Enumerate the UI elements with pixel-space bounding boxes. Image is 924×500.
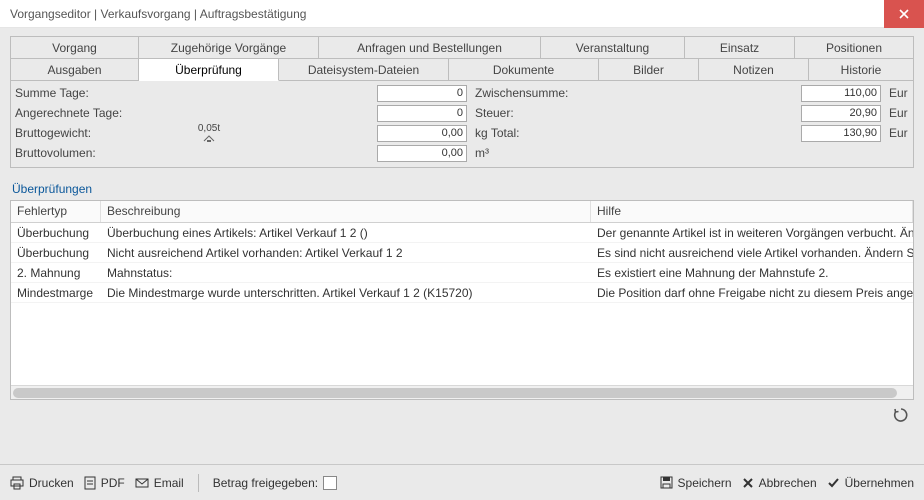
tab-zugehoerige[interactable]: Zugehörige Vorgänge bbox=[139, 37, 319, 59]
tab-notizen[interactable]: Notizen bbox=[699, 59, 809, 81]
tab-veranstaltung[interactable]: Veranstaltung bbox=[541, 37, 685, 59]
cell-help: Die Position darf ohne Freigabe nicht zu… bbox=[591, 286, 913, 300]
value-zwischensumme[interactable]: 110,00 bbox=[801, 85, 881, 102]
close-button[interactable] bbox=[884, 0, 924, 28]
checks-grid: Fehlertyp Beschreibung Hilfe Überbuchung… bbox=[10, 200, 914, 400]
cell-help: Es sind nicht ausreichend viele Artikel … bbox=[591, 246, 913, 260]
print-button[interactable]: Drucken bbox=[10, 476, 74, 490]
footer-toolbar: Drucken PDF Email Betrag freigegeben: Sp… bbox=[0, 464, 924, 500]
cell-type: Überbuchung bbox=[11, 226, 101, 240]
content-area: Vorgang Zugehörige Vorgänge Anfragen und… bbox=[0, 28, 924, 464]
apply-button[interactable]: Übernehmen bbox=[827, 476, 914, 490]
tab-ausgaben[interactable]: Ausgaben bbox=[11, 59, 139, 81]
label-zwischensumme: Zwischensumme: bbox=[471, 86, 581, 100]
unit-eur-2: Eur bbox=[885, 106, 909, 120]
tab-ueberpruefung[interactable]: Überprüfung bbox=[139, 59, 279, 81]
separator bbox=[198, 474, 199, 492]
tab-anfragen[interactable]: Anfragen und Bestellungen bbox=[319, 37, 541, 59]
tab-positionen[interactable]: Positionen bbox=[795, 37, 913, 59]
section-title-ueberpruefungen: Überprüfungen bbox=[10, 182, 914, 196]
value-bruttovolumen[interactable]: 0,00 bbox=[377, 145, 467, 162]
cancel-button[interactable]: Abbrechen bbox=[742, 476, 817, 490]
table-row[interactable]: Mindestmarge Die Mindestmarge wurde unte… bbox=[11, 283, 913, 303]
betrag-freigegeben-checkbox[interactable] bbox=[323, 476, 337, 490]
pdf-label: PDF bbox=[101, 476, 125, 490]
value-total[interactable]: 130,90 bbox=[801, 125, 881, 142]
table-row[interactable]: Überbuchung Nicht ausreichend Artikel vo… bbox=[11, 243, 913, 263]
label-bruttogewicht: Bruttogewicht: bbox=[15, 126, 175, 140]
cell-desc: Die Mindestmarge wurde unterschritten. A… bbox=[101, 286, 591, 300]
print-label: Drucken bbox=[29, 476, 74, 490]
close-icon bbox=[899, 9, 909, 19]
label-total: Total: bbox=[491, 126, 520, 140]
cell-type: 2. Mahnung bbox=[11, 266, 101, 280]
print-icon bbox=[10, 476, 24, 490]
tab-bilder[interactable]: Bilder bbox=[599, 59, 699, 81]
tab-dateisystem[interactable]: Dateisystem-Dateien bbox=[279, 59, 449, 81]
summary-panel: Summe Tage: 0 Zwischensumme: 110,00 Eur … bbox=[10, 81, 914, 168]
save-icon bbox=[660, 476, 673, 489]
check-icon bbox=[827, 477, 840, 489]
grid-header: Fehlertyp Beschreibung Hilfe bbox=[11, 201, 913, 223]
value-angerechnete-tage[interactable]: 0 bbox=[377, 105, 467, 122]
weight-icon-text: 0,05t bbox=[198, 124, 220, 134]
email-button[interactable]: Email bbox=[135, 476, 184, 490]
table-row[interactable]: Überbuchung Überbuchung eines Artikels: … bbox=[11, 223, 913, 243]
pdf-icon bbox=[84, 476, 96, 490]
tab-dokumente[interactable]: Dokumente bbox=[449, 59, 599, 81]
label-summe-tage: Summe Tage: bbox=[15, 86, 175, 100]
refresh-icon bbox=[893, 407, 909, 423]
unit-eur-3: Eur bbox=[885, 126, 909, 140]
label-steuer: Steuer: bbox=[471, 106, 581, 120]
unit-eur-1: Eur bbox=[885, 86, 909, 100]
label-angerechnete-tage: Angerechnete Tage: bbox=[15, 106, 175, 120]
horizontal-scrollbar[interactable] bbox=[11, 385, 913, 399]
pdf-button[interactable]: PDF bbox=[84, 476, 125, 490]
refresh-button[interactable] bbox=[892, 406, 910, 424]
cancel-label: Abbrechen bbox=[759, 476, 817, 490]
table-row[interactable]: 2. Mahnung Mahnstatus: Es existiert eine… bbox=[11, 263, 913, 283]
save-label: Speichern bbox=[678, 476, 732, 490]
unit-kg: kg bbox=[475, 126, 488, 140]
cancel-icon bbox=[742, 477, 754, 489]
scrollbar-thumb[interactable] bbox=[13, 388, 897, 398]
col-header-type[interactable]: Fehlertyp bbox=[11, 201, 101, 222]
tab-historie[interactable]: Historie bbox=[809, 59, 913, 81]
cell-desc: Überbuchung eines Artikels: Artikel Verk… bbox=[101, 226, 591, 240]
tab-einsatz[interactable]: Einsatz bbox=[685, 37, 795, 59]
cell-type: Mindestmarge bbox=[11, 286, 101, 300]
cell-help: Es existiert eine Mahnung der Mahnstufe … bbox=[591, 266, 913, 280]
cell-desc: Nicht ausreichend Artikel vorhanden: Art… bbox=[101, 246, 591, 260]
grid-body: Überbuchung Überbuchung eines Artikels: … bbox=[11, 223, 913, 385]
value-steuer[interactable]: 20,90 bbox=[801, 105, 881, 122]
col-header-desc[interactable]: Beschreibung bbox=[101, 201, 591, 222]
cell-type: Überbuchung bbox=[11, 246, 101, 260]
value-bruttogewicht[interactable]: 0,00 bbox=[377, 125, 467, 142]
save-button[interactable]: Speichern bbox=[660, 476, 732, 490]
apply-label: Übernehmen bbox=[845, 476, 914, 490]
value-summe-tage[interactable]: 0 bbox=[377, 85, 467, 102]
tab-strip: Vorgang Zugehörige Vorgänge Anfragen und… bbox=[10, 36, 914, 81]
tab-vorgang[interactable]: Vorgang bbox=[11, 37, 139, 59]
window-title: Vorgangseditor | Verkaufsvorgang | Auftr… bbox=[10, 7, 884, 21]
weight-icon[interactable]: 0,05t bbox=[198, 124, 220, 143]
betrag-freigegeben-group: Betrag freigegeben: bbox=[213, 476, 337, 490]
email-label: Email bbox=[154, 476, 184, 490]
email-icon bbox=[135, 478, 149, 488]
col-header-help[interactable]: Hilfe bbox=[591, 201, 913, 222]
unit-m3: m³ bbox=[471, 146, 581, 160]
cell-help: Der genannte Artikel ist in weiteren Vor… bbox=[591, 226, 913, 240]
label-bruttovolumen: Bruttovolumen: bbox=[15, 146, 175, 160]
cell-desc: Mahnstatus: bbox=[101, 266, 591, 280]
window: Vorgangseditor | Verkaufsvorgang | Auftr… bbox=[0, 0, 924, 500]
titlebar: Vorgangseditor | Verkaufsvorgang | Auftr… bbox=[0, 0, 924, 28]
betrag-freigegeben-label: Betrag freigegeben: bbox=[213, 476, 318, 490]
